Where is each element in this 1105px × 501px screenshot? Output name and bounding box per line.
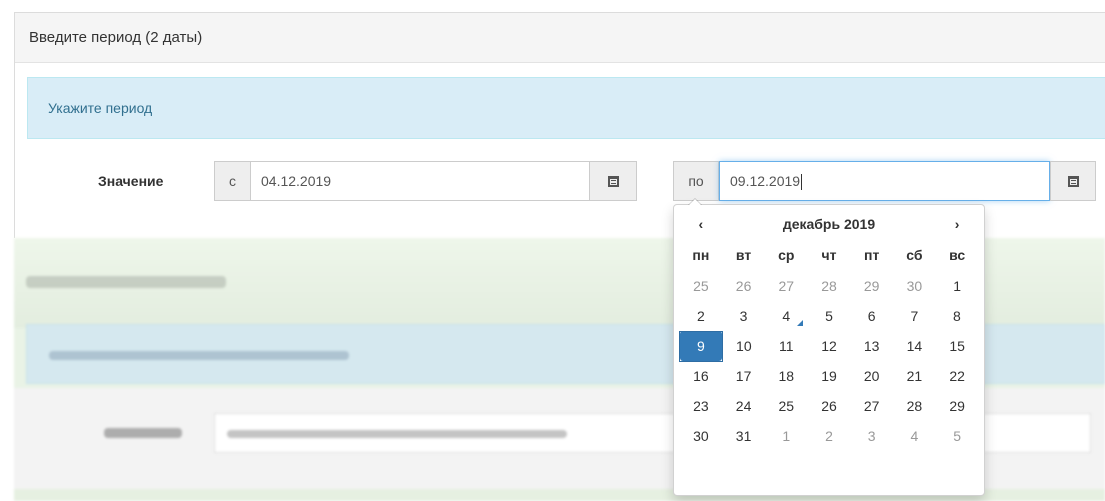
weekday-label: вт [735,247,752,263]
calendar-day[interactable]: 9 [679,330,723,362]
calendar-day[interactable]: 14 [893,331,936,361]
calendar-day[interactable]: 23 [680,391,723,421]
calendar-day[interactable]: 22 [936,361,979,391]
to-prefix: по [673,161,719,201]
calendar-day[interactable]: 29 [850,271,893,301]
weekday-row: пн вт ср чт пт сб вс [680,239,979,271]
value-label: Значение [98,173,164,189]
weekday-label: пн [692,247,710,263]
datepicker-table: ‹ декабрь 2019 › пн вт ср чт пт сб вс 25… [679,209,979,451]
weekday-label: ср [778,247,795,263]
panel-title: Введите период (2 даты) [15,13,1105,63]
calendar-day[interactable]: 18 [765,361,808,391]
month-title[interactable]: декабрь 2019 [722,209,936,239]
date-to-input[interactable]: 09.12.2019 [719,161,1050,201]
calendar-day[interactable]: 20 [850,361,893,391]
calendar-day[interactable]: 5 [808,301,851,331]
calendar-day[interactable]: 21 [893,361,936,391]
calendar-day[interactable]: 8 [936,301,979,331]
date-from-value: 04.12.2019 [261,173,332,189]
week-row: 16 17 18 19 20 21 22 [680,361,979,391]
text-caret [801,174,803,191]
calendar-day[interactable]: 5 [936,421,979,451]
chevron-right-icon[interactable]: › [936,209,979,239]
calendar-day[interactable]: 26 [808,391,851,421]
calendar-day[interactable]: 29 [936,391,979,421]
week-row: 23 24 25 26 27 28 29 [680,391,979,421]
calendar-day[interactable]: 12 [808,331,851,361]
calendar-day[interactable]: 17 [722,361,765,391]
calendar-day[interactable]: 30 [680,421,723,451]
calendar-day[interactable]: 4 [893,421,936,451]
calendar-day[interactable]: 27 [765,271,808,301]
weekday-label: сб [906,247,923,263]
calendar-day[interactable]: 25 [680,271,723,301]
info-alert: Укажите период [27,77,1105,139]
calendar-day[interactable]: 3 [722,301,765,331]
blurred-title-text [26,276,226,288]
calendar-day[interactable]: 24 [722,391,765,421]
calendar-icon [1067,175,1079,187]
calendar-day[interactable]: 27 [850,391,893,421]
calendar-day[interactable]: 28 [893,391,936,421]
datepicker-days: 25 26 27 28 29 30 1 2 3 4 5 6 7 8 9 10 11 12 13 14 15 16 17 18 1… [679,271,979,451]
week-row: 9 10 11 12 13 14 15 [679,330,979,362]
weekday-label: вс [949,247,966,263]
calendar-day[interactable]: 31 [722,421,765,451]
date-from-calendar-button[interactable] [589,161,637,201]
calendar-day[interactable]: 13 [850,331,893,361]
calendar-day[interactable]: 7 [893,301,936,331]
chevron-left-icon[interactable]: ‹ [680,209,723,239]
calendar-day[interactable]: 16 [680,361,723,391]
calendar-day[interactable]: 2 [808,421,851,451]
calendar-day[interactable]: 1 [936,271,979,301]
datepicker-dropdown: ‹ декабрь 2019 › пн вт ср чт пт сб вс 25… [673,198,985,496]
calendar-day[interactable]: 10 [722,331,765,361]
week-row: 30 31 1 2 3 4 5 [680,421,979,451]
calendar-day[interactable]: 6 [850,301,893,331]
date-from-input[interactable]: 04.12.2019 [250,161,590,201]
calendar-day[interactable]: 28 [808,271,851,301]
calendar-day[interactable]: 3 [850,421,893,451]
calendar-day[interactable]: 26 [722,271,765,301]
calendar-day[interactable]: 1 [765,421,808,451]
calendar-day[interactable]: 4 [765,301,808,331]
calendar-day[interactable]: 30 [893,271,936,301]
weekday-label: пт [864,247,880,263]
from-prefix: с [214,161,251,201]
calendar-day[interactable]: 25 [765,391,808,421]
blurred-select-text [227,430,567,438]
calendar-day[interactable]: 19 [808,361,851,391]
week-row: 25 26 27 28 29 30 1 [680,271,979,301]
date-to-value: 09.12.2019 [730,173,801,189]
date-to-calendar-button[interactable] [1050,161,1096,201]
calendar-day[interactable]: 2 [680,301,723,331]
blurred-label [104,428,182,438]
calendar-day[interactable]: 11 [765,331,808,361]
calendar-icon [607,175,619,187]
week-row: 2345678 [680,301,979,331]
weekday-label: чт [821,247,837,263]
blurred-alert-text [49,351,349,360]
calendar-day[interactable]: 15 [936,331,979,361]
